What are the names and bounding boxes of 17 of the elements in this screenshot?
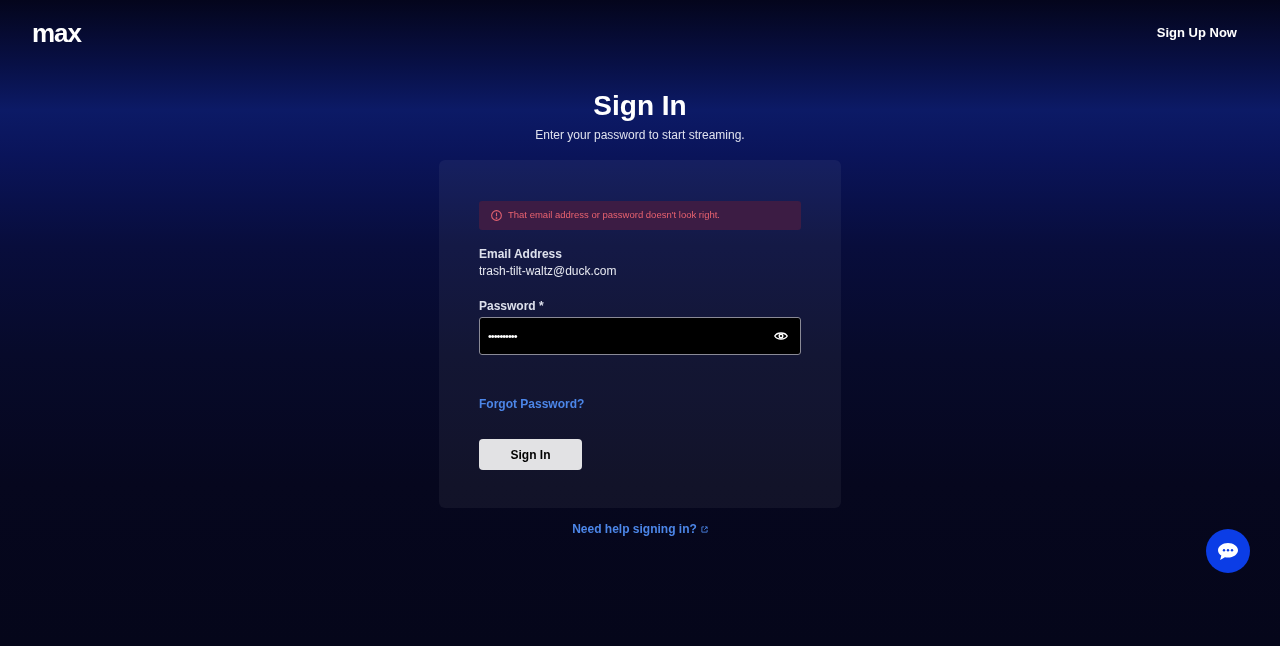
forgot-password-link[interactable]: Forgot Password? [479, 396, 585, 412]
chat-bubble-icon [1217, 541, 1239, 561]
help-link[interactable]: Need help signing in? [572, 521, 708, 537]
chat-button[interactable] [1206, 529, 1250, 573]
page-subtitle: Enter your password to start streaming. [535, 127, 745, 143]
email-label: Email Address [479, 246, 562, 262]
error-message: That email address or password doesn't look right. [508, 208, 720, 223]
page-title: Sign In [593, 89, 687, 123]
eye-icon[interactable] [774, 331, 788, 341]
alert-icon [491, 210, 502, 221]
email-value: trash-tilt-waltz@duck.com [479, 263, 617, 279]
sign-up-link[interactable]: Sign Up Now [1156, 22, 1237, 43]
external-link-icon [700, 525, 708, 533]
sign-in-button[interactable]: Sign In [479, 439, 582, 470]
max-logo[interactable]: max [32, 21, 82, 44]
password-label: Password * [479, 298, 544, 314]
password-field[interactable]: •••••••••• [479, 317, 801, 355]
